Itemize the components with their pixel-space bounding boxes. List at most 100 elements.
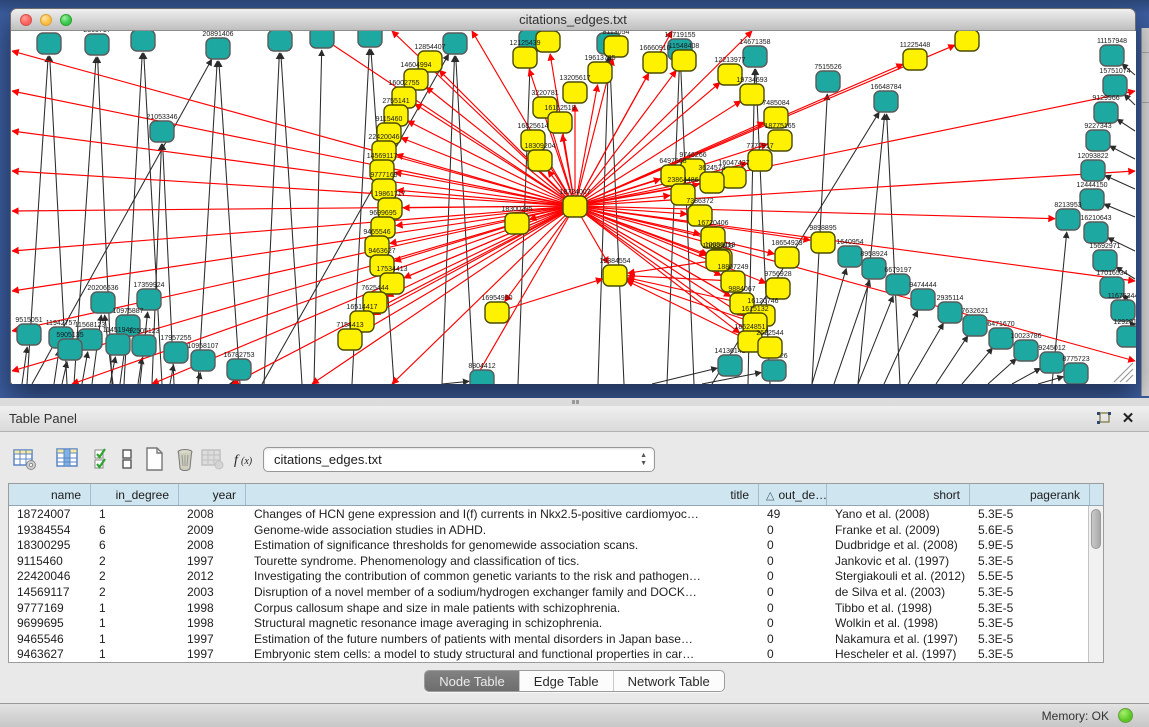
graph-node[interactable] bbox=[563, 82, 587, 103]
table-options-icon[interactable] bbox=[12, 446, 38, 474]
graph-node[interactable] bbox=[740, 84, 764, 105]
function-builder-icon[interactable]: f(x) bbox=[232, 446, 258, 474]
graph-node[interactable] bbox=[816, 71, 840, 92]
graph-node[interactable] bbox=[37, 33, 61, 54]
graph-node[interactable] bbox=[1086, 130, 1110, 151]
graph-node[interactable] bbox=[775, 247, 799, 268]
graph-node[interactable] bbox=[268, 31, 292, 51]
graph-node[interactable] bbox=[150, 121, 174, 142]
graph-node[interactable] bbox=[106, 334, 130, 355]
graph-node[interactable] bbox=[963, 315, 987, 336]
graph-node[interactable] bbox=[338, 329, 362, 350]
graph-node[interactable] bbox=[718, 355, 742, 376]
graph-node[interactable] bbox=[164, 342, 188, 363]
graph-node[interactable] bbox=[588, 62, 612, 83]
graph-node[interactable] bbox=[989, 328, 1013, 349]
table-row[interactable]: 946554611997Estimation of the future num… bbox=[9, 631, 1103, 647]
graph-node[interactable] bbox=[1094, 102, 1118, 123]
graph-node[interactable] bbox=[938, 302, 962, 323]
table-row[interactable]: 1938455462009Genome-wide association stu… bbox=[9, 522, 1103, 538]
graph-node[interactable] bbox=[131, 31, 155, 51]
float-panel-icon[interactable] bbox=[1095, 410, 1113, 428]
delete-table-icon[interactable] bbox=[172, 446, 198, 474]
column-header-pagerank[interactable]: pagerank bbox=[970, 484, 1090, 505]
tab-node-table[interactable]: Node Table bbox=[425, 671, 520, 691]
graph-node[interactable] bbox=[603, 265, 627, 286]
graph-node[interactable] bbox=[886, 274, 910, 295]
graph-node[interactable] bbox=[874, 91, 898, 112]
graph-node[interactable] bbox=[191, 350, 215, 371]
graph-node[interactable] bbox=[1093, 250, 1117, 271]
graph-node[interactable] bbox=[443, 33, 467, 54]
graph-node[interactable] bbox=[643, 52, 667, 73]
graph-node[interactable] bbox=[955, 31, 979, 51]
graph-node[interactable] bbox=[513, 47, 537, 68]
graph-node[interactable] bbox=[206, 38, 230, 59]
graph-node[interactable] bbox=[470, 370, 494, 384]
graph-node[interactable] bbox=[1040, 352, 1064, 373]
graph-node[interactable] bbox=[862, 258, 886, 279]
graph-node[interactable] bbox=[91, 292, 115, 313]
tab-edge-table[interactable]: Edge Table bbox=[520, 671, 614, 691]
table-row[interactable]: 1872400712008Changes of HCN gene express… bbox=[9, 506, 1103, 522]
table-row[interactable]: 1456911722003Disruption of a novel membe… bbox=[9, 584, 1103, 600]
graph-node[interactable] bbox=[1080, 189, 1104, 210]
graph-node[interactable] bbox=[743, 46, 767, 67]
graph-node[interactable] bbox=[505, 213, 529, 234]
new-table-icon[interactable] bbox=[141, 446, 167, 474]
graph-node[interactable] bbox=[58, 339, 82, 360]
graph-node[interactable] bbox=[1056, 209, 1080, 230]
scrollbar-thumb[interactable] bbox=[1091, 509, 1101, 549]
column-header-year[interactable]: year bbox=[179, 484, 246, 505]
graph-node[interactable] bbox=[903, 49, 927, 70]
table-row[interactable]: 2242004622012Investigating the contribut… bbox=[9, 568, 1103, 584]
graph-node[interactable] bbox=[811, 232, 835, 253]
column-header-name[interactable]: name bbox=[9, 484, 91, 505]
table-row[interactable]: 1830029562008Estimation of significance … bbox=[9, 537, 1103, 553]
graph-node[interactable] bbox=[137, 289, 161, 310]
show-columns-icon[interactable] bbox=[55, 446, 81, 474]
table-row[interactable]: 969969511998Structural magnetic resonanc… bbox=[9, 615, 1103, 631]
graph-node[interactable] bbox=[748, 150, 772, 171]
graph-node[interactable] bbox=[358, 31, 382, 47]
graph-node[interactable] bbox=[1084, 222, 1108, 243]
column-header-out_de[interactable]: △out_de… bbox=[759, 484, 827, 505]
graph-node[interactable] bbox=[604, 36, 628, 57]
graph-node[interactable] bbox=[1064, 363, 1088, 384]
graph-node[interactable] bbox=[1100, 45, 1124, 66]
table-selector-dropdown[interactable]: citations_edges.txt ▲▼ bbox=[263, 447, 655, 472]
tab-network-table[interactable]: Network Table bbox=[614, 671, 724, 691]
graph-node[interactable] bbox=[672, 50, 696, 71]
graph-node[interactable] bbox=[700, 172, 724, 193]
graph-node[interactable] bbox=[310, 31, 334, 48]
graph-node[interactable] bbox=[762, 360, 786, 381]
close-panel-icon[interactable]: ✕ bbox=[1119, 410, 1137, 428]
graph-node[interactable] bbox=[1081, 160, 1105, 181]
graph-node[interactable] bbox=[132, 335, 156, 356]
graph-node[interactable] bbox=[1111, 300, 1135, 321]
rows-icon[interactable] bbox=[114, 446, 140, 474]
column-header-short[interactable]: short bbox=[827, 484, 970, 505]
graph-node[interactable] bbox=[1014, 340, 1038, 361]
graph-node[interactable] bbox=[85, 34, 109, 55]
graph-node[interactable] bbox=[563, 196, 587, 217]
graph-node[interactable] bbox=[1103, 75, 1127, 96]
table-row[interactable]: 977716911998Corpus callosum shape and si… bbox=[9, 600, 1103, 616]
graph-node[interactable] bbox=[838, 246, 862, 267]
table-row[interactable]: 911546021997Tourette syndrome. Phenomeno… bbox=[9, 553, 1103, 569]
graph-node[interactable] bbox=[766, 278, 790, 299]
window-titlebar[interactable]: citations_edges.txt bbox=[11, 9, 1135, 31]
graph-node[interactable] bbox=[1117, 326, 1136, 347]
graph-node[interactable] bbox=[227, 359, 251, 380]
panel-splitter[interactable] bbox=[0, 398, 1149, 406]
table-row[interactable]: 946362711997Embryonic stem cells: a mode… bbox=[9, 646, 1103, 662]
graph-node[interactable] bbox=[17, 324, 41, 345]
graph-node[interactable] bbox=[485, 302, 509, 323]
graph-node[interactable] bbox=[528, 150, 552, 171]
graph-node[interactable] bbox=[911, 289, 935, 310]
column-header-in_degree[interactable]: in_degree bbox=[91, 484, 179, 505]
vertical-scrollbar[interactable] bbox=[1088, 506, 1103, 662]
graph-node[interactable] bbox=[758, 337, 782, 358]
column-header-title[interactable]: title bbox=[246, 484, 759, 505]
network-canvas[interactable]: 2405574230571720691718208914061808702413… bbox=[12, 31, 1136, 384]
